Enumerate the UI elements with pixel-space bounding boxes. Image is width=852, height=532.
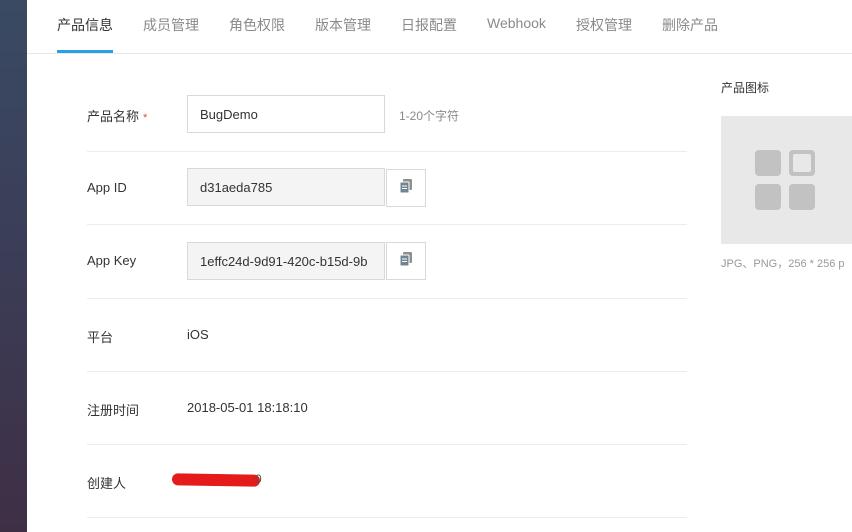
row-divider (87, 371, 687, 372)
platform-value: iOS (187, 327, 209, 342)
tab-role-permissions[interactable]: 角色权限 (229, 15, 285, 35)
copy-app-key-button[interactable] (386, 242, 426, 280)
required-marker: * (143, 112, 148, 124)
app-grid-placeholder-icon (754, 149, 816, 216)
tab-member-management[interactable]: 成员管理 (143, 15, 199, 35)
register-time-value: 2018-05-01 18:18:10 (187, 400, 308, 415)
tab-delete-product[interactable]: 删除产品 (662, 15, 718, 35)
row-divider (87, 151, 687, 152)
tab-authorization-management[interactable]: 授权管理 (576, 15, 632, 35)
app-id-field[interactable]: d31aeda785 (187, 168, 385, 206)
product-name-input[interactable] (187, 95, 385, 133)
product-name-label: 产品名称 * (87, 109, 148, 124)
active-tab-indicator (57, 50, 113, 53)
product-settings-page: 产品信息 成员管理 角色权限 版本管理 日报配置 Webhook 授权管理 删除… (27, 0, 852, 532)
app-id-label: App ID (87, 180, 127, 195)
platform-label: 平台 (87, 330, 114, 345)
product-name-hint: 1-20个字符 (399, 109, 460, 123)
app-sidebar-edge (0, 0, 27, 532)
creator-redaction (171, 473, 261, 487)
creator-label: 创建人 (87, 476, 127, 491)
product-icon-format-hint: JPG、PNG，256 * 256 p (721, 258, 845, 270)
creator-value-tail: 0 (255, 472, 262, 486)
settings-tabs: 产品信息 成员管理 角色权限 版本管理 日报配置 Webhook 授权管理 删除… (27, 0, 852, 54)
row-divider (87, 444, 687, 445)
copy-icon (399, 251, 413, 272)
tab-webhook[interactable]: Webhook (487, 15, 546, 31)
row-divider (87, 517, 687, 518)
tab-product-info[interactable]: 产品信息 (57, 15, 113, 35)
copy-icon (399, 178, 413, 199)
register-time-label: 注册时间 (87, 403, 140, 418)
product-icon-title: 产品图标 (721, 81, 770, 95)
tab-daily-report-config[interactable]: 日报配置 (401, 15, 457, 35)
app-key-label: App Key (87, 253, 137, 268)
product-icon-upload[interactable] (721, 116, 852, 244)
tab-version-management[interactable]: 版本管理 (315, 15, 371, 35)
row-divider (87, 298, 687, 299)
row-divider (87, 224, 687, 225)
app-key-field[interactable]: 1effc24d-9d91-420c-b15d-9b (187, 242, 385, 280)
copy-app-id-button[interactable] (386, 169, 426, 207)
